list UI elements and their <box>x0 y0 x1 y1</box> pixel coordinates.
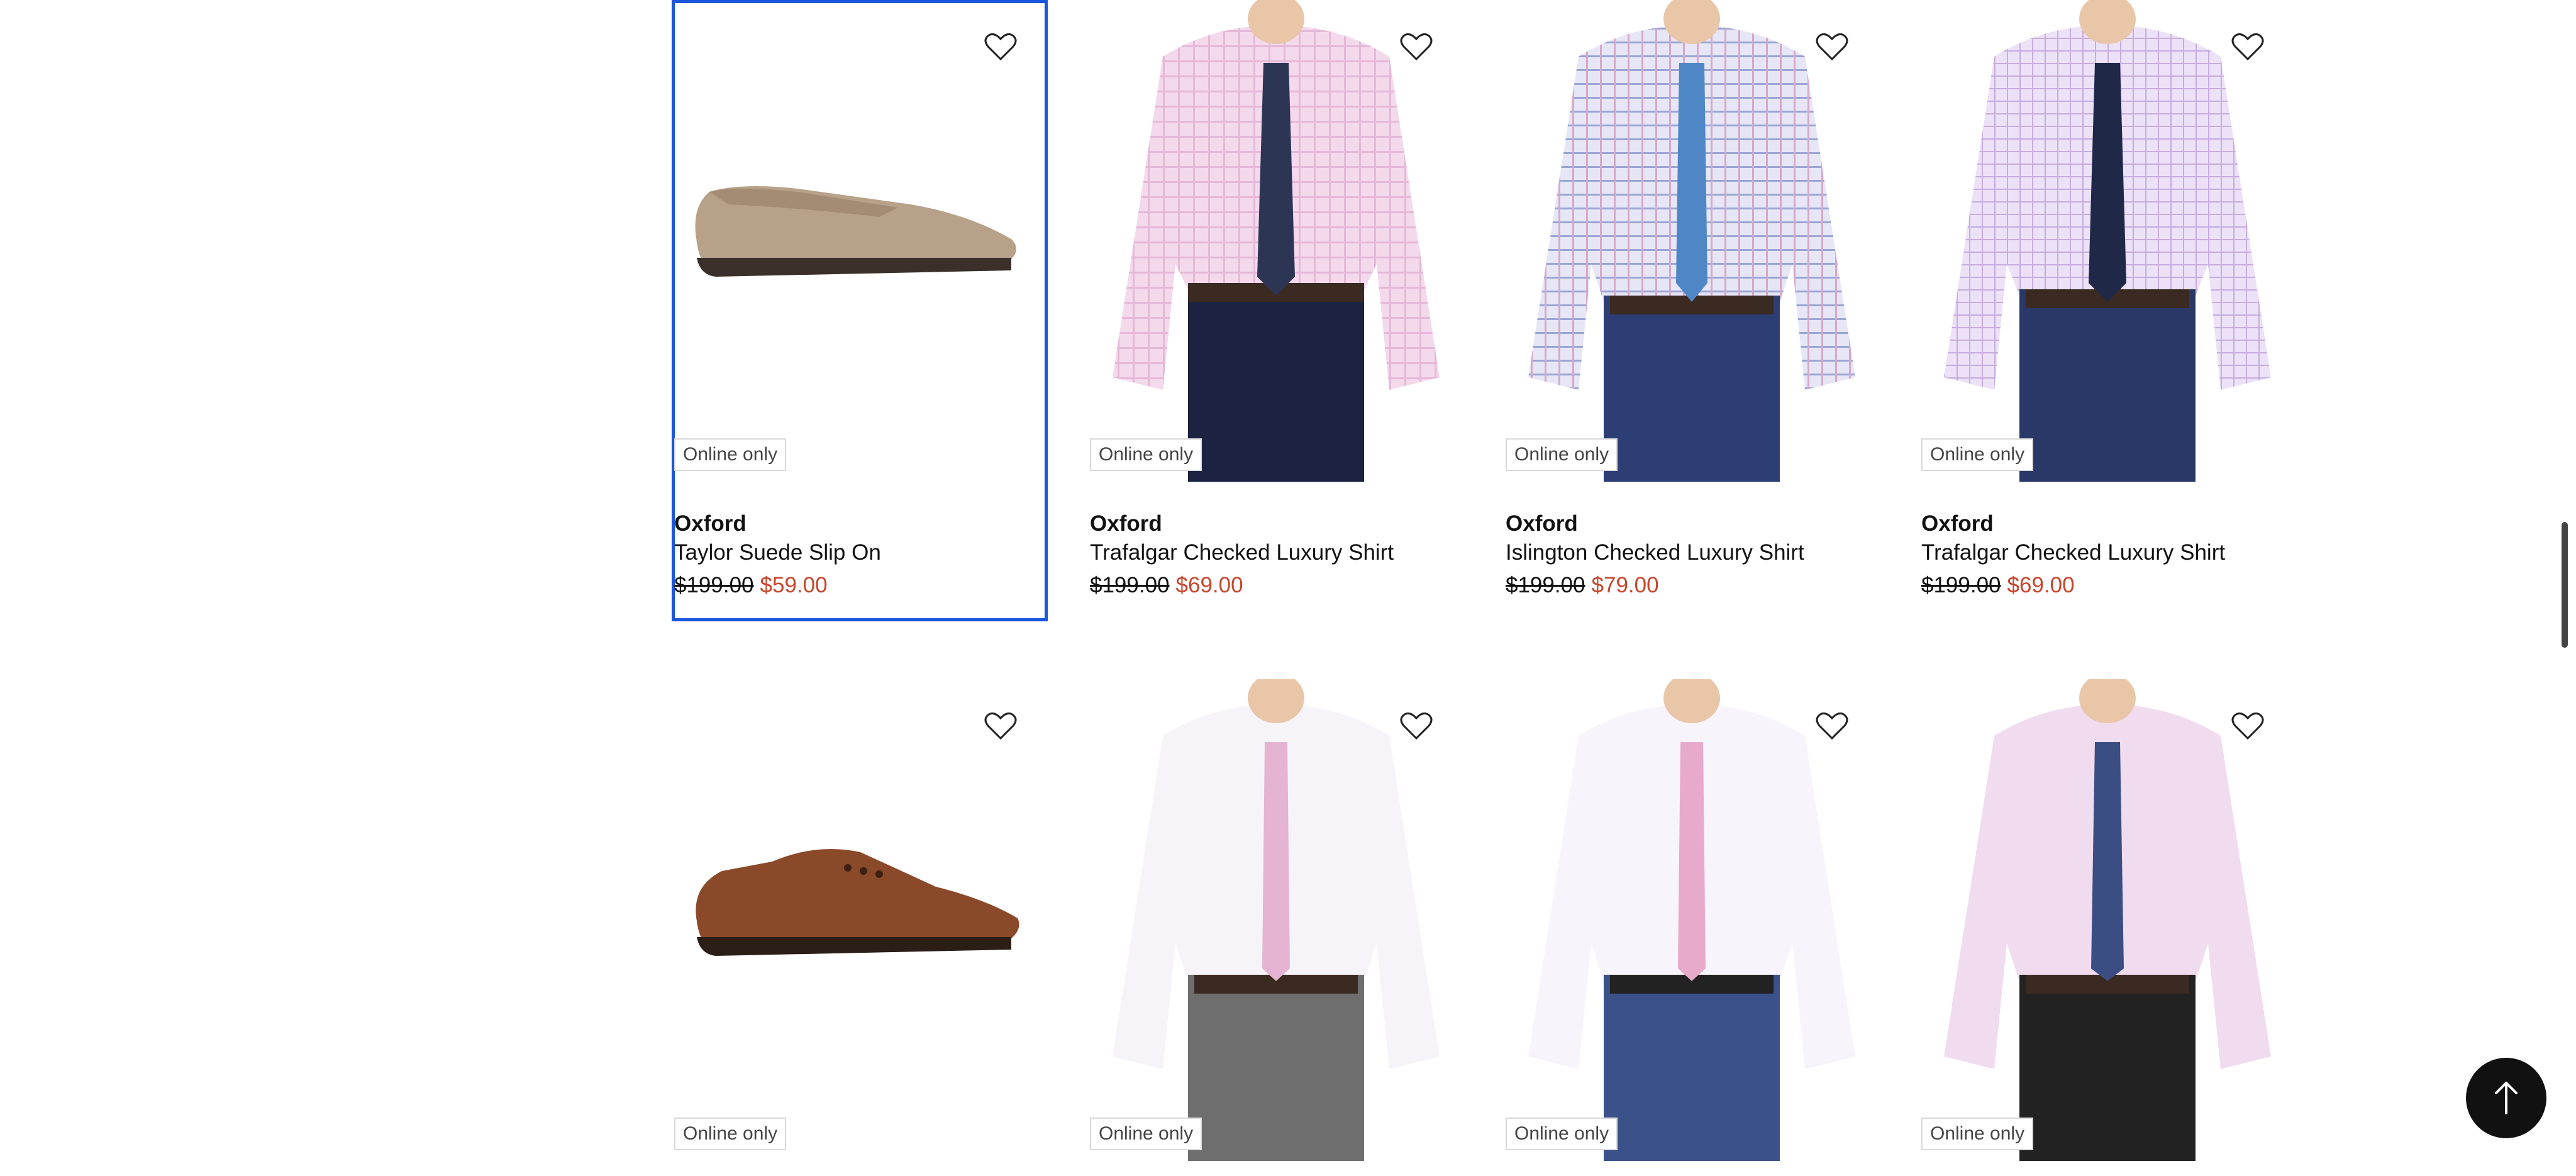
product-prices: $199.00 $69.00 <box>1921 567 2292 604</box>
product-card[interactable]: Online only <box>1087 679 1463 1176</box>
sale-price: $69.00 <box>1175 573 1243 597</box>
product-brand: Oxford <box>1090 511 1162 536</box>
product-image[interactable] <box>1919 0 2295 482</box>
product-info: Oxford Islington Checked Luxury Shirt $1… <box>1506 509 1877 604</box>
product-name[interactable]: Trafalgar Checked Luxury Shirt <box>1921 538 2292 567</box>
scroll-to-top-button[interactable] <box>2466 1058 2546 1138</box>
heart-outline-icon <box>984 33 1017 61</box>
wishlist-button[interactable] <box>1810 25 1854 69</box>
product-card[interactable]: Online only Oxford Trafalgar Checked Lux… <box>1087 0 1463 621</box>
online-only-badge: Online only <box>1090 1118 1202 1150</box>
online-only-badge: Online only <box>1506 438 1618 471</box>
product-card[interactable]: Online only <box>672 679 1048 1176</box>
sale-price: $59.00 <box>760 573 828 597</box>
product-brand: Oxford <box>1921 511 1994 536</box>
arrow-up-icon <box>2495 1082 2518 1114</box>
scrollbar-thumb[interactable] <box>2562 522 2568 648</box>
online-only-badge: Online only <box>1090 438 1202 471</box>
product-image[interactable] <box>1919 679 2295 1161</box>
sale-price: $79.00 <box>1591 573 1659 597</box>
product-info: Oxford Trafalgar Checked Luxury Shirt $1… <box>1090 509 1461 604</box>
product-image[interactable] <box>672 0 1048 482</box>
product-card[interactable]: Online only Oxford Trafalgar Checked Lux… <box>1919 0 2295 621</box>
wishlist-button[interactable] <box>1810 704 1854 748</box>
heart-outline-icon <box>2231 712 2264 740</box>
wishlist-button[interactable] <box>979 704 1023 748</box>
product-brand: Oxford <box>674 511 747 536</box>
online-only-badge: Online only <box>674 438 787 471</box>
product-brand: Oxford <box>1506 511 1578 536</box>
online-only-badge: Online only <box>1921 1118 2034 1150</box>
original-price: $199.00 <box>674 573 754 597</box>
product-image[interactable] <box>1503 679 1879 1161</box>
product-prices: $199.00 $79.00 <box>1506 567 1877 604</box>
product-card[interactable]: Online only Oxford Taylor Suede Slip On … <box>672 0 1048 621</box>
product-grid-row-2: Online only Online only Online only Onli… <box>672 679 2295 1176</box>
original-price: $199.00 <box>1506 573 1585 597</box>
product-image[interactable] <box>1087 679 1463 1161</box>
heart-outline-icon <box>984 712 1017 740</box>
wishlist-button[interactable] <box>979 25 1023 69</box>
product-card[interactable]: Online only <box>1919 679 2295 1176</box>
product-name[interactable]: Islington Checked Luxury Shirt <box>1506 538 1877 567</box>
product-prices: $199.00 $59.00 <box>674 567 1045 604</box>
heart-outline-icon <box>1816 712 1848 740</box>
product-info: Oxford Trafalgar Checked Luxury Shirt $1… <box>1921 509 2292 604</box>
product-prices: $199.00 $69.00 <box>1090 567 1461 604</box>
wishlist-button[interactable] <box>1394 25 1438 69</box>
wishlist-button[interactable] <box>1394 704 1438 748</box>
product-info: Oxford Taylor Suede Slip On $199.00 $59.0… <box>674 509 1045 604</box>
product-image[interactable] <box>1503 0 1879 482</box>
product-card[interactable]: Online only Oxford Islington Checked Lux… <box>1503 0 1879 621</box>
heart-outline-icon <box>2231 33 2264 61</box>
original-price: $199.00 <box>1090 573 1170 597</box>
product-image[interactable] <box>1087 0 1463 482</box>
heart-outline-icon <box>1400 33 1433 61</box>
online-only-badge: Online only <box>1921 438 2034 471</box>
sale-price: $69.00 <box>2007 573 2075 597</box>
heart-outline-icon <box>1816 33 1848 61</box>
product-name[interactable]: Trafalgar Checked Luxury Shirt <box>1090 538 1461 567</box>
heart-outline-icon <box>1400 712 1433 740</box>
wishlist-button[interactable] <box>2226 704 2270 748</box>
original-price: $199.00 <box>1921 573 2001 597</box>
online-only-badge: Online only <box>674 1118 787 1150</box>
product-image[interactable] <box>672 679 1048 1161</box>
product-card[interactable]: Online only <box>1503 679 1879 1176</box>
product-name[interactable]: Taylor Suede Slip On <box>674 538 1045 567</box>
product-grid: Online only Oxford Taylor Suede Slip On … <box>672 0 2295 621</box>
wishlist-button[interactable] <box>2226 25 2270 69</box>
online-only-badge: Online only <box>1506 1118 1618 1150</box>
